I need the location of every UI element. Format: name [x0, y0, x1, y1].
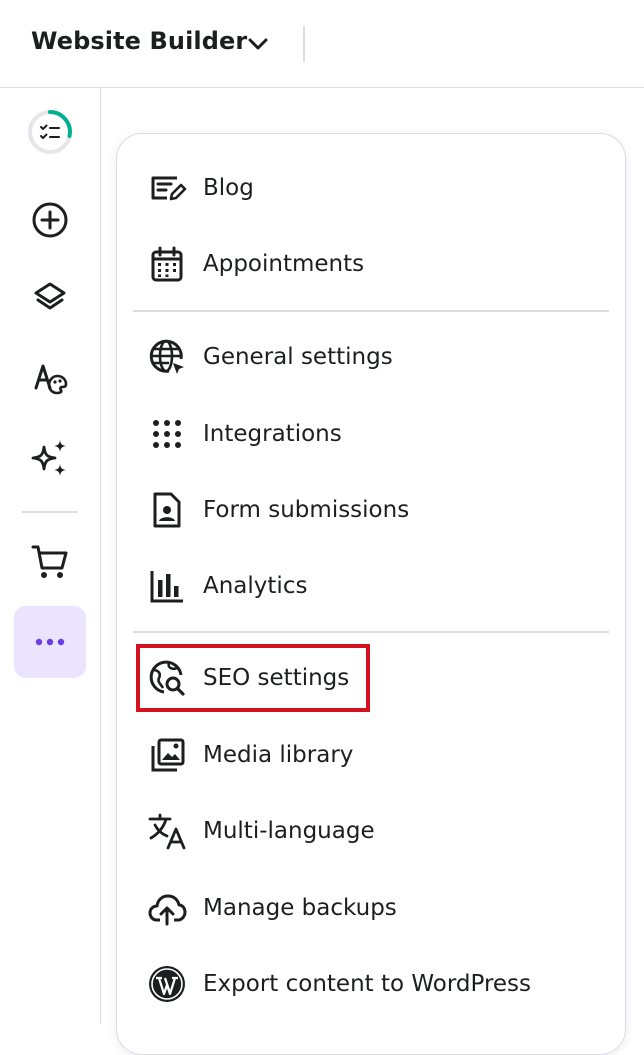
menu-item-analytics[interactable]: Analytics [147, 560, 307, 612]
app-title[interactable]: Website Builder [31, 27, 247, 55]
menu-item-appointments[interactable]: Appointments [147, 238, 364, 290]
plus-circle-icon [30, 200, 70, 240]
layers-icon [30, 278, 70, 318]
sidebar-item-styles[interactable] [14, 342, 86, 414]
menu-item-media-library[interactable]: Media library [147, 729, 353, 781]
menu-item-general-settings[interactable]: General settings [147, 331, 393, 383]
blog-edit-icon [147, 168, 187, 208]
more-menu: Blog Appointments General settings Integ… [116, 133, 626, 1055]
menu-item-integrations[interactable]: Integrations [147, 408, 342, 460]
menu-item-label: Blog [203, 175, 254, 201]
menu-item-label: Integrations [203, 421, 342, 447]
grid-dots-icon [147, 414, 187, 454]
sparkles-icon [29, 437, 71, 479]
sidebar [0, 88, 101, 1024]
menu-item-manage-backups[interactable]: Manage backups [147, 882, 397, 934]
translate-icon [147, 811, 187, 851]
wordpress-icon [147, 964, 187, 1004]
menu-item-label: General settings [203, 344, 393, 370]
cloud-upload-icon [147, 888, 187, 928]
globe-cursor-icon [147, 337, 187, 377]
menu-item-label: Analytics [203, 573, 308, 599]
menu-item-label: Media library [203, 742, 354, 768]
menu-item-multi-language[interactable]: Multi-language [147, 805, 375, 857]
sidebar-item-progress[interactable] [14, 96, 86, 168]
bar-chart-icon [147, 566, 187, 606]
menu-item-label: Appointments [203, 251, 365, 277]
media-library-icon [147, 735, 187, 775]
chevron-down-icon[interactable] [246, 32, 270, 56]
menu-item-label: Multi-language [203, 818, 375, 844]
font-palette-icon [30, 358, 70, 398]
menu-item-export-wordpress[interactable]: Export content to WordPress [147, 958, 531, 1010]
highlight-box [136, 644, 370, 712]
menu-divider [133, 631, 609, 633]
menu-item-label: Export content to WordPress [203, 971, 532, 997]
menu-item-label: Form submissions [203, 497, 410, 523]
form-user-icon [147, 490, 187, 530]
sidebar-item-layers[interactable] [14, 262, 86, 334]
top-bar: Website Builder [0, 0, 644, 88]
sidebar-item-store[interactable] [14, 526, 86, 598]
menu-item-blog[interactable]: Blog [147, 162, 254, 214]
sidebar-item-more[interactable] [14, 606, 86, 678]
sidebar-item-ai[interactable] [14, 422, 86, 494]
top-divider [303, 26, 305, 62]
cart-icon [29, 541, 71, 583]
checklist-progress-icon [27, 109, 73, 155]
sidebar-divider [22, 511, 78, 513]
menu-item-label: Manage backups [203, 895, 397, 921]
menu-divider [133, 310, 609, 312]
sidebar-item-add[interactable] [14, 184, 86, 256]
more-dots-icon [32, 636, 68, 648]
menu-item-form-submissions[interactable]: Form submissions [147, 484, 409, 536]
calendar-icon [147, 244, 187, 284]
